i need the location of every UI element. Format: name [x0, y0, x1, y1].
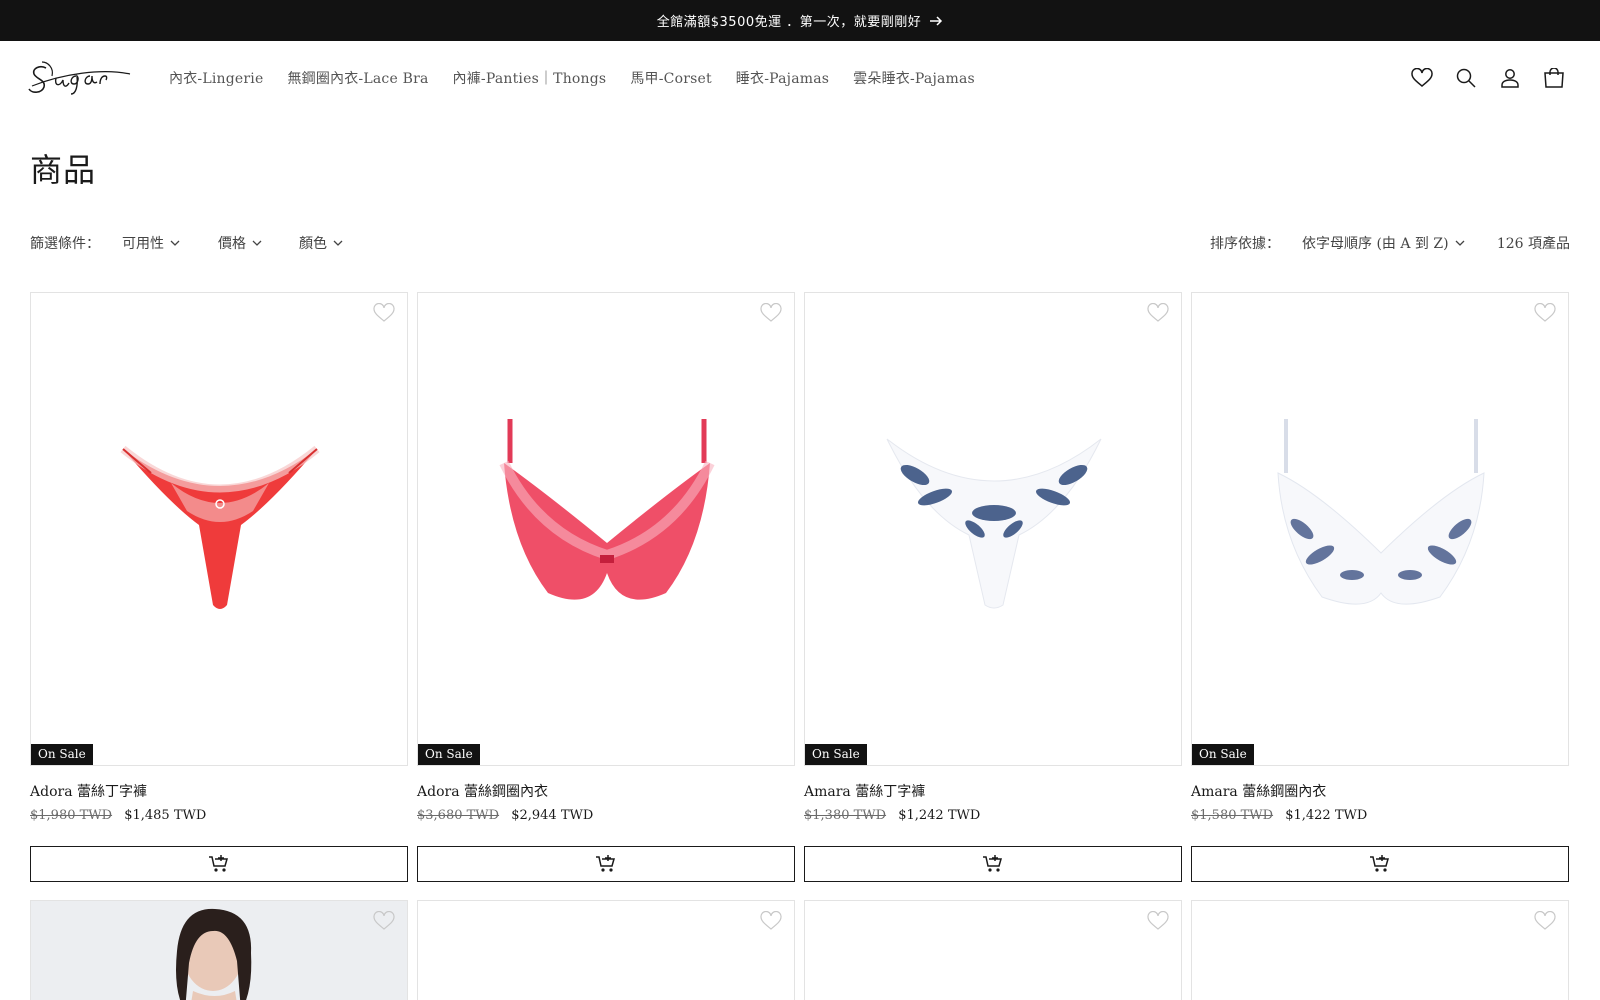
filter-label: 篩選條件： — [30, 236, 100, 252]
product-image[interactable] — [1191, 900, 1569, 1000]
filter-color-label: 顏色 — [299, 236, 327, 252]
filter-price-label: 價格 — [218, 236, 246, 252]
sale-price: $1,242 TWD — [898, 808, 981, 823]
nav-item-cloud-pajamas[interactable]: 雲朵睡衣-Pajamas — [853, 68, 975, 88]
add-to-cart-button[interactable] — [30, 846, 408, 882]
add-to-cart-icon — [983, 855, 1002, 872]
wishlist-heart-icon[interactable] — [1147, 302, 1171, 327]
filter-availability-label: 可用性 — [122, 236, 164, 252]
add-to-cart-button[interactable] — [1191, 846, 1569, 882]
nav-item-panties[interactable]: 內褲-Panties｜Thongs — [453, 68, 607, 88]
product-name[interactable]: Adora 蕾絲鋼圈內衣 — [417, 781, 548, 801]
sale-badge: On Sale — [418, 744, 480, 765]
product-name[interactable]: Amara 蕾絲鋼圈內衣 — [1191, 781, 1326, 801]
account-icon[interactable] — [1498, 66, 1522, 90]
add-to-cart-icon — [1370, 855, 1389, 872]
filter-bar: 篩選條件： 可用性 價格 顏色 排序依據： 依字母順序 (由 A 到 Z) 12… — [30, 233, 1570, 257]
announcement-bar[interactable]: 全館滿額$3500免運 ．第一次，就要剛剛好 — [0, 0, 1600, 41]
cart-icon[interactable] — [1542, 66, 1566, 90]
wishlist-heart-icon[interactable] — [1534, 910, 1558, 935]
sale-price: $1,485 TWD — [124, 808, 207, 823]
product-photo-thong-floral — [886, 438, 1102, 609]
original-price: $1,580 TWD — [1191, 808, 1274, 823]
nav-item-lingerie[interactable]: 內衣-Lingerie — [169, 68, 263, 88]
arrow-right-icon — [929, 15, 943, 27]
site-header: 內衣-Lingerie 無鋼圈內衣-Lace Bra 內褲-Panties｜Th… — [0, 41, 1600, 119]
product-price: $1,980 TWD $1,485 TWD — [30, 808, 206, 823]
sale-badge: On Sale — [805, 744, 867, 765]
product-image[interactable] — [804, 900, 1182, 1000]
sort-label: 排序依據： — [1210, 236, 1280, 252]
announcement-text: 全館滿額$3500免運 ．第一次，就要剛剛好 — [656, 15, 922, 30]
wishlist-heart-icon[interactable] — [1147, 910, 1171, 935]
wishlist-heart-icon[interactable] — [373, 910, 397, 935]
filter-availability[interactable]: 可用性 — [122, 233, 180, 253]
product-image[interactable]: On Sale — [804, 292, 1182, 766]
original-price: $3,680 TWD — [417, 808, 500, 823]
header-icons — [1410, 66, 1566, 90]
sale-badge: On Sale — [1192, 744, 1254, 765]
sort-select[interactable]: 依字母順序 (由 A 到 Z) — [1302, 233, 1465, 253]
product-image[interactable] — [417, 900, 795, 1000]
chevron-down-icon — [1455, 240, 1465, 246]
sale-price: $1,422 TWD — [1285, 808, 1368, 823]
product-photo-thong — [120, 445, 320, 609]
product-name[interactable]: Adora 蕾絲丁字褲 — [30, 781, 147, 801]
original-price: $1,980 TWD — [30, 808, 113, 823]
heart-icon[interactable] — [1410, 66, 1434, 90]
original-price: $1,380 TWD — [804, 808, 887, 823]
nav-item-pajamas[interactable]: 睡衣-Pajamas — [736, 68, 829, 88]
filter-color[interactable]: 顏色 — [299, 233, 343, 253]
product-image[interactable]: On Sale — [1191, 292, 1569, 766]
wishlist-heart-icon[interactable] — [760, 302, 784, 327]
chevron-down-icon — [333, 240, 343, 246]
filter-price[interactable]: 價格 — [218, 233, 262, 253]
chevron-down-icon — [252, 240, 262, 246]
brand-logo[interactable] — [28, 58, 132, 102]
main-nav: 內衣-Lingerie 無鋼圈內衣-Lace Bra 內褲-Panties｜Th… — [169, 68, 999, 88]
wishlist-heart-icon[interactable] — [1534, 302, 1558, 327]
search-icon[interactable] — [1454, 66, 1478, 90]
product-price: $3,680 TWD $2,944 TWD — [417, 808, 593, 823]
sort-value: 依字母順序 (由 A 到 Z) — [1302, 236, 1449, 252]
product-price: $1,380 TWD $1,242 TWD — [804, 808, 980, 823]
add-to-cart-icon — [209, 855, 228, 872]
product-price: $1,580 TWD $1,422 TWD — [1191, 808, 1367, 823]
product-image[interactable]: On Sale — [30, 292, 408, 766]
page-title: 商品 — [30, 151, 97, 189]
product-photo-bra-floral — [1277, 419, 1485, 605]
wishlist-heart-icon[interactable] — [760, 910, 784, 935]
nav-item-corset[interactable]: 馬甲-Corset — [630, 68, 711, 88]
sale-price: $2,944 TWD — [511, 808, 594, 823]
product-count: 126 項產品 — [1496, 236, 1570, 252]
product-name[interactable]: Amara 蕾絲丁字褲 — [804, 781, 925, 801]
wishlist-heart-icon[interactable] — [373, 302, 397, 327]
add-to-cart-button[interactable] — [417, 846, 795, 882]
sale-badge: On Sale — [31, 744, 93, 765]
product-image[interactable] — [30, 900, 408, 1000]
chevron-down-icon — [170, 240, 180, 246]
nav-item-lace-bra[interactable]: 無鋼圈內衣-Lace Bra — [287, 68, 428, 88]
product-image[interactable]: On Sale — [417, 292, 795, 766]
add-to-cart-icon — [596, 855, 615, 872]
add-to-cart-button[interactable] — [804, 846, 1182, 882]
product-photo-bra — [499, 419, 715, 600]
product-photo-model — [176, 908, 252, 1000]
